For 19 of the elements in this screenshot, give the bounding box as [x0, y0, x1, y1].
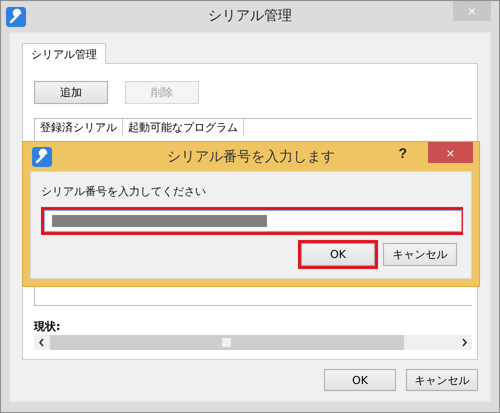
- close-button[interactable]: ×: [428, 142, 473, 163]
- tab[interactable]: シリアル管理: [22, 43, 106, 64]
- cancel-button[interactable]: キャンセル: [406, 369, 478, 391]
- cancel-button[interactable]: キャンセル: [383, 243, 457, 266]
- serial-input-field[interactable]: [44, 210, 462, 232]
- column-header[interactable]: 起動可能なプログラム: [123, 119, 244, 136]
- add-button[interactable]: 追加: [34, 81, 108, 104]
- status-label: 現状:: [34, 320, 60, 334]
- column-header[interactable]: 登録済シリアル: [35, 119, 123, 136]
- dialog-title: シリアル番号を入力します: [167, 149, 335, 165]
- wrench-icon: [32, 146, 52, 166]
- window-title: シリアル管理: [208, 8, 292, 24]
- ok-button[interactable]: OK: [324, 369, 396, 391]
- scroll-thumb[interactable]: [222, 338, 231, 347]
- wrench-icon: [6, 6, 26, 26]
- ok-button[interactable]: OK: [301, 243, 375, 266]
- help-button[interactable]: ?: [398, 145, 407, 161]
- scrollbar[interactable]: [34, 335, 472, 350]
- prompt-label: シリアル番号を入力してください: [41, 184, 207, 199]
